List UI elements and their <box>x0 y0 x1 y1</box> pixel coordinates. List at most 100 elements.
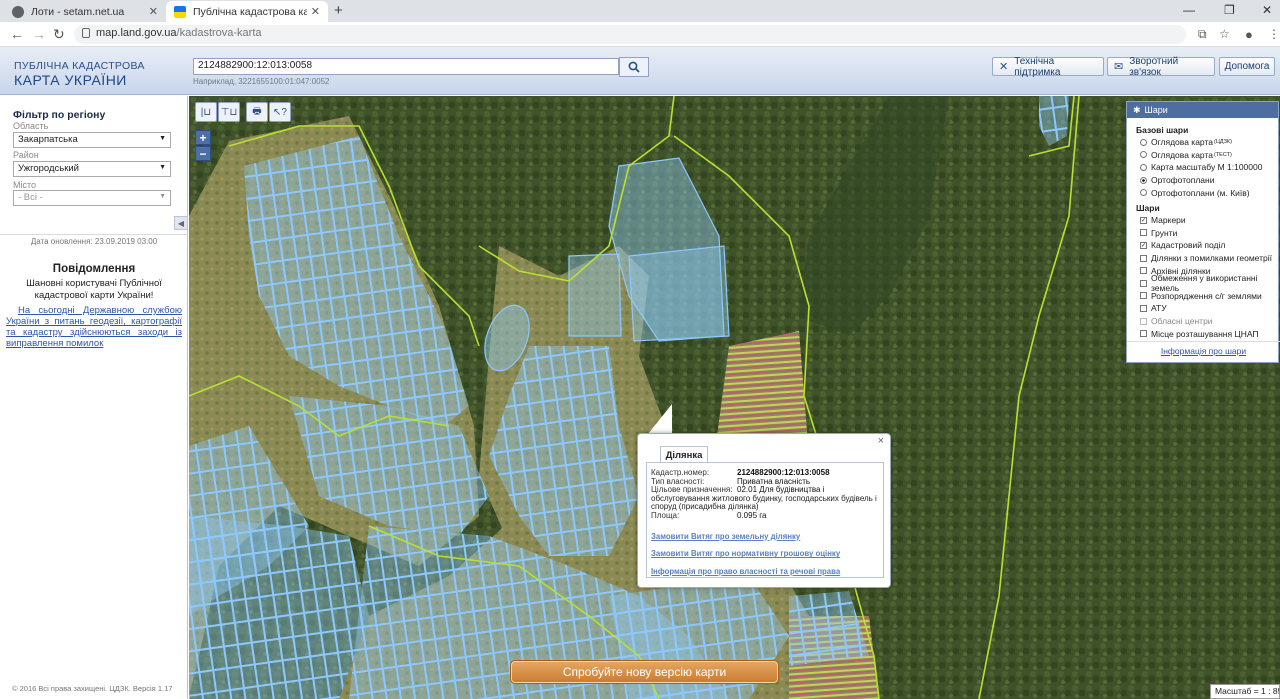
zoom-out-button[interactable]: − <box>195 146 211 161</box>
url-host: map.land.gov.ua <box>96 27 177 39</box>
new-tab-button[interactable]: + <box>334 2 343 19</box>
layers-header[interactable]: ✱ Шари <box>1127 102 1278 118</box>
measure-length-button[interactable]: |⊔ <box>195 102 217 122</box>
city-select[interactable]: - Всі - ▼ <box>13 190 171 206</box>
chevron-left-icon: ◀ <box>177 218 185 228</box>
layer-label: Ділянки з помилками геометрії <box>1151 253 1272 264</box>
purpose-value-continued: обслуговування житлового будинку, господ… <box>651 493 877 512</box>
search-button[interactable] <box>619 57 649 77</box>
account-icon[interactable]: ● <box>1245 27 1253 42</box>
minimize-button[interactable]: — <box>1183 3 1195 17</box>
checkbox[interactable] <box>1140 267 1147 275</box>
order-valuation-extract-link[interactable]: Замовити Витяг про нормативну грошову оц… <box>651 550 879 559</box>
layer-land-restrictions[interactable]: Обмеження у використанні земель <box>1127 273 1278 293</box>
support-button[interactable]: ✕ Технічна підтримка <box>992 56 1104 78</box>
cadastral-search-input[interactable]: 2124882900:12:013:0058 <box>193 58 619 75</box>
layer-cnap-locations[interactable]: Місце розташування ЦНАП <box>1127 327 1278 340</box>
base-layer-map-100000[interactable]: Карта масштабу М 1:100000 <box>1127 161 1278 174</box>
layer-label: Грунти <box>1151 227 1178 238</box>
region-value: Закарпатська <box>18 134 78 145</box>
checkbox[interactable] <box>1140 330 1147 338</box>
star-icon[interactable]: ☆ <box>1219 27 1230 41</box>
layer-sup: (ТЕСТ) <box>1213 151 1232 158</box>
layer-agri-disposal[interactable]: Розпорядження с/г землями <box>1127 290 1278 303</box>
lock-icon <box>82 28 90 38</box>
radio-button-selected[interactable] <box>1140 176 1147 184</box>
map-toolbar: |⊔ ⊤⊔ 🖶 ↖? <box>195 102 295 122</box>
search-icon <box>628 61 640 73</box>
help-button[interactable]: Допомога <box>1219 57 1275 76</box>
layer-label: Розпорядження с/г землями <box>1151 290 1262 301</box>
layers-panel: ✱ Шари Базові шари Оглядова карта (ЦДЗК) О… <box>1126 101 1280 363</box>
checkbox[interactable] <box>1140 292 1147 300</box>
ownership-rights-info-link[interactable]: Інформація про право власності та речові… <box>651 567 879 577</box>
district-select[interactable]: Ужгородський ▼ <box>13 161 171 177</box>
checkbox[interactable] <box>1140 279 1147 287</box>
measure-area-button[interactable]: ⊤⊔ <box>218 102 240 122</box>
map-canvas[interactable]: |⊔ ⊤⊔ 🖶 ↖? + − ✱ Шари Базові шари Оглядов… <box>189 96 1280 699</box>
checkbox-checked[interactable]: ✓ <box>1140 216 1147 224</box>
help-label: Допомога <box>1224 61 1270 72</box>
identify-button[interactable]: ↖? <box>269 102 291 122</box>
radio-button[interactable] <box>1140 138 1147 146</box>
base-layer-orthophoto-kyiv[interactable]: Ортофотоплани (м. Київ) <box>1127 186 1278 199</box>
layer-geometry-errors[interactable]: Ділянки з помилками геометрії <box>1127 252 1278 265</box>
layer-regional-centers: Обласні центри <box>1127 315 1278 328</box>
radio-button[interactable] <box>1140 189 1147 197</box>
browser-tabstrip: Лоти - setam.net.ua ✕ Публічна кадастров… <box>0 0 1280 22</box>
close-tab-icon[interactable]: ✕ <box>311 5 320 18</box>
ukraine-flag-icon <box>174 5 186 18</box>
logo-subtitle: ПУБЛІЧНА КАДАСТРОВА <box>14 60 145 72</box>
back-arrow-icon[interactable]: ← <box>10 26 24 42</box>
layer-label: Оглядова карта <box>1151 137 1213 148</box>
layer-cadastral-division[interactable]: ✓ Кадастровий поділ <box>1127 239 1278 252</box>
gear-icon: ✱ <box>1133 104 1141 115</box>
message-link[interactable]: На сьогодні Державною службою України з … <box>6 305 182 349</box>
region-label: Область <box>13 121 49 131</box>
close-icon[interactable]: × <box>878 435 884 447</box>
logo-title[interactable]: КАРТА УКРАЇНИ <box>14 72 127 88</box>
parcel-tab[interactable]: Ділянка <box>660 446 708 463</box>
print-button[interactable]: 🖶 <box>246 102 268 122</box>
address-bar[interactable]: map.land.gov.ua/kadastrova-karta <box>74 25 1186 44</box>
checkbox-checked[interactable]: ✓ <box>1140 241 1147 249</box>
reload-icon[interactable]: ↻ <box>53 26 65 43</box>
try-new-version-button[interactable]: Спробуйте нову версію карти <box>510 660 779 684</box>
tab-title: Публічна кадастрова карта Укр <box>193 5 307 18</box>
close-window-button[interactable]: ✕ <box>1262 3 1272 17</box>
checkbox[interactable] <box>1140 229 1147 237</box>
globe-icon <box>12 5 24 18</box>
envelope-icon: ✉ <box>1114 61 1124 73</box>
order-parcel-extract-link[interactable]: Замовити Витяг про земельну ділянку <box>651 532 879 542</box>
zoom-control: + − <box>195 130 211 162</box>
base-layer-orthophoto[interactable]: Ортофотоплани <box>1127 174 1278 187</box>
region-select[interactable]: Закарпатська ▼ <box>13 132 171 148</box>
layer-markers[interactable]: ✓ Маркери <box>1127 214 1278 227</box>
menu-dots-icon[interactable]: ⋮ <box>1268 27 1280 41</box>
base-layer-overview-cdzk[interactable]: Оглядова карта (ЦДЗК) <box>1127 136 1278 149</box>
checkbox[interactable] <box>1140 254 1147 262</box>
base-layer-overview-test[interactable]: Оглядова карта (ТЕСТ) <box>1127 149 1278 162</box>
feedback-button[interactable]: ✉ Зворотний зв'язок <box>1107 56 1215 78</box>
maximize-button[interactable]: ❐ <box>1224 3 1235 17</box>
layer-label: Маркери <box>1151 215 1186 226</box>
forward-arrow-icon[interactable]: → <box>32 26 46 42</box>
layers-info-link[interactable]: Інформація про шари <box>1127 341 1280 356</box>
browser-tab-setam[interactable]: Лоти - setam.net.ua ✕ <box>4 1 166 22</box>
collapse-sidebar-button[interactable]: ◀ <box>174 216 188 230</box>
zoom-in-button[interactable]: + <box>195 130 211 145</box>
layer-soils[interactable]: Грунти <box>1127 227 1278 240</box>
browser-tab-kadastr[interactable]: Публічна кадастрова карта Укр ✕ <box>166 1 328 22</box>
layer-atu[interactable]: АТУ <box>1127 302 1278 315</box>
close-tab-icon[interactable]: ✕ <box>149 5 158 18</box>
radio-button[interactable] <box>1140 151 1147 159</box>
layer-label: Обласні центри <box>1151 316 1213 327</box>
layer-label: Карта масштабу М 1:100000 <box>1151 162 1263 173</box>
printer-icon: 🖶 <box>252 105 262 117</box>
tools-icon: ✕ <box>999 61 1009 73</box>
checkbox[interactable] <box>1140 304 1147 312</box>
radio-button[interactable] <box>1140 163 1147 171</box>
translate-icon[interactable]: ⧉ <box>1198 27 1207 42</box>
message-body: Шановні користувачі Публічної кадастрово… <box>26 278 162 301</box>
layer-label: Місце розташування ЦНАП <box>1151 328 1259 339</box>
